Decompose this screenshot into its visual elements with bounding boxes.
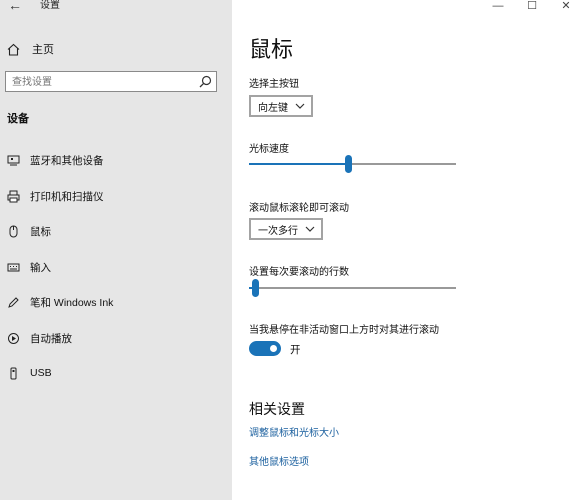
related-settings-title: 相关设置 — [249, 401, 305, 417]
primary-button-label: 选择主按钮 — [249, 79, 299, 90]
sidebar-item-label: 打印机和扫描仪 — [30, 190, 104, 203]
sidebar-item-label: 输入 — [30, 261, 51, 274]
sidebar-item-label: 自动播放 — [30, 332, 72, 345]
slider-thumb[interactable] — [252, 279, 260, 297]
search-icon[interactable] — [199, 75, 212, 88]
scroll-mode-label: 滚动鼠标滚轮即可滚动 — [249, 203, 349, 214]
scroll-mode-value: 一次多行 — [258, 225, 298, 237]
nav-home[interactable]: 主页 — [7, 40, 54, 58]
slider-thumb[interactable] — [345, 155, 353, 173]
sidebar-item-label: 蓝牙和其他设备 — [30, 154, 104, 167]
toggle-knob — [270, 345, 277, 352]
section-title: 设备 — [7, 113, 29, 125]
back-arrow-icon[interactable]: ← — [8, 0, 22, 13]
link-additional-mouse-options[interactable]: 其他鼠标选项 — [249, 453, 309, 468]
home-icon — [7, 43, 20, 56]
sidebar-item-pen[interactable]: 笔和 Windows Ink — [0, 288, 232, 316]
link-mouse-cursor-size[interactable]: 调整鼠标和光标大小 — [249, 424, 339, 439]
sidebar-item-usb[interactable]: USB — [0, 359, 232, 387]
sidebar-item-printers[interactable]: 打印机和扫描仪 — [0, 182, 232, 210]
chevron-down-icon — [305, 226, 315, 232]
slider-track — [249, 287, 456, 289]
pen-icon — [6, 295, 20, 309]
chevron-down-icon — [295, 103, 305, 109]
search-box[interactable] — [5, 71, 217, 92]
sidebar-item-bluetooth[interactable]: 蓝牙和其他设备 — [0, 146, 232, 174]
scroll-lines-slider[interactable] — [249, 278, 456, 298]
cursor-speed-label: 光标速度 — [249, 144, 289, 155]
close-icon[interactable]: ✕ — [559, 0, 573, 12]
minimize-icon[interactable]: — — [491, 0, 505, 12]
primary-button-value: 向左键 — [258, 102, 288, 114]
bluetooth-devices-icon — [6, 153, 20, 167]
search-input[interactable] — [6, 73, 192, 92]
sidebar-item-label: 笔和 Windows Ink — [30, 296, 114, 309]
inactive-scroll-label: 当我悬停在非活动窗口上方时对其进行滚动 — [249, 325, 439, 336]
app-title: 设置 — [40, 0, 60, 11]
sidebar: ← 设置 主页 设备 蓝牙和其他设备 打印机和扫描仪 鼠标 — [0, 0, 232, 500]
sidebar-item-autoplay[interactable]: 自动播放 — [0, 324, 232, 352]
scroll-lines-label: 设置每次要滚动的行数 — [249, 267, 349, 278]
printer-icon — [6, 189, 20, 203]
scroll-mode-dropdown[interactable]: 一次多行 — [249, 218, 323, 240]
sidebar-item-mouse[interactable]: 鼠标 — [0, 217, 232, 245]
primary-button-dropdown[interactable]: 向左键 — [249, 95, 313, 117]
sidebar-item-label: USB — [30, 367, 52, 379]
autoplay-icon — [6, 331, 20, 345]
maximize-icon[interactable]: ☐ — [525, 0, 539, 12]
mouse-icon — [6, 224, 20, 238]
keyboard-icon — [6, 260, 20, 274]
sidebar-item-label: 鼠标 — [30, 225, 51, 238]
main-content: — ☐ ✕ 鼠标 选择主按钮 向左键 光标速度 滚动鼠标滚轮即可滚动 一次多行 … — [232, 0, 581, 500]
usb-icon — [6, 366, 20, 380]
sidebar-item-typing[interactable]: 输入 — [0, 253, 232, 281]
window-controls: — ☐ ✕ — [491, 0, 573, 12]
inactive-scroll-toggle[interactable] — [249, 341, 281, 356]
inactive-scroll-state: 开 — [290, 344, 301, 356]
cursor-speed-slider[interactable] — [249, 154, 456, 174]
page-title: 鼠标 — [249, 37, 294, 62]
nav-home-label: 主页 — [32, 44, 54, 56]
slider-fill — [249, 163, 349, 165]
